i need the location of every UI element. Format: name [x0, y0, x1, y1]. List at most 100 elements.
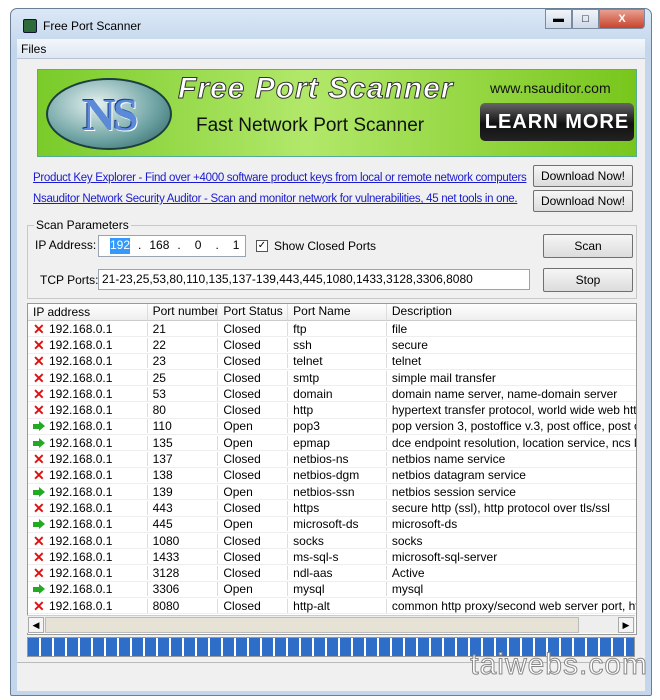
horizontal-scrollbar[interactable]: ◀ ▶ [27, 615, 635, 633]
scroll-thumb[interactable] [45, 617, 579, 633]
cell-ip-address: 192.168.0.1 [28, 435, 148, 450]
minimize-button[interactable]: ▬ [545, 9, 572, 29]
cell-port-name: ndl-aas [288, 566, 387, 581]
cell-ip: 192.168.0.1 [49, 403, 113, 418]
cell-description: telnet [391, 354, 422, 369]
cell-description: netbios session service [391, 484, 516, 499]
scroll-left-arrow-icon[interactable]: ◀ [28, 617, 44, 633]
table-row[interactable]: ✕ 192.168.0.1 22 Closed ssh secure [28, 337, 636, 354]
table-row[interactable]: ✕ 192.168.0.1 3128 Closed ndl-aas Active [28, 565, 636, 582]
scroll-right-arrow-icon[interactable]: ▶ [618, 617, 634, 633]
cell-port-status: Open [218, 419, 289, 434]
table-row[interactable]: ✕ 192.168.0.1 53 Closed domain domain name se… [28, 386, 636, 403]
table-row[interactable]: ✕ 192.168.0.1 443 Closed https secure http (s… [28, 500, 636, 517]
cell-ip-address: ✕ 192.168.0.1 [28, 598, 148, 613]
group-label: Scan Parameters [34, 218, 131, 232]
table-row[interactable]: ✕ 192.168.0.1 137 Closed netbios-ns netbios n… [28, 451, 636, 468]
cell-port-status: Closed [218, 321, 289, 336]
close-button[interactable]: X [599, 9, 645, 29]
table-row[interactable]: ✕ 192.168.0.1 1080 Closed socks socks [28, 533, 636, 550]
cell-port-number: 22 [148, 337, 219, 352]
cell-ip: 192.168.0.1 [49, 354, 113, 369]
show-closed-ports-checkbox[interactable]: ✓ [256, 240, 268, 252]
table-row[interactable]: 192.168.0.1 135 Open epmap dce endpoint reso… [28, 435, 636, 452]
cell-ip-address: 192.168.0.1 [28, 517, 148, 532]
cell-ip: 192.168.0.1 [49, 517, 113, 532]
cell-port-name: domain [288, 386, 387, 401]
cell-description: domain name server, name-domain server [391, 386, 618, 401]
table-row[interactable]: 192.168.0.1 139 Open netbios-ssn netbios ses… [28, 484, 636, 501]
column-header[interactable]: Port Status [218, 304, 289, 320]
cell-port-number: 3306 [148, 582, 219, 597]
table-row[interactable]: ✕ 192.168.0.1 8080 Closed http-alt common htt… [28, 598, 637, 615]
tcp-ports-input[interactable]: 21-23,25,53,80,110,135,137-139,443,445,1… [98, 269, 530, 290]
menu-bar: Files [17, 39, 645, 59]
show-closed-ports-label: Show Closed Ports [274, 239, 377, 253]
column-header[interactable]: IP address [28, 304, 148, 320]
cell-description: Active [391, 566, 425, 581]
cell-port-status: Closed [218, 468, 289, 483]
table-row[interactable]: ✕ 192.168.0.1 1433 Closed ms-sql-s microsoft-… [28, 549, 636, 566]
cell-port-number: 23 [148, 354, 219, 369]
cell-ip: 192.168.0.1 [49, 419, 113, 434]
cell-port-number: 137 [148, 452, 219, 467]
ip-address-label: IP Address: [35, 238, 97, 252]
product-key-explorer-link[interactable]: Product Key Explorer - Find over +4000 s… [33, 172, 527, 184]
green-arrow-icon [33, 437, 46, 448]
cell-port-name: http-alt [288, 598, 387, 613]
table-row[interactable]: ✕ 192.168.0.1 23 Closed telnet telnet [28, 354, 636, 370]
table-row[interactable]: ✕ 192.168.0.1 138 Closed netbios-dgm netbios … [28, 468, 636, 484]
cell-port-name: ms-sql-s [288, 549, 387, 564]
cell-port-name: netbios-dgm [288, 468, 387, 483]
cell-port-number: 1433 [148, 549, 219, 564]
cell-port-number: 21 [148, 321, 219, 336]
column-header[interactable]: Description [387, 304, 636, 320]
ip-octet-1[interactable]: 192 [110, 238, 131, 254]
ip-octet-4[interactable]: 1 [233, 238, 240, 254]
table-row[interactable]: ✕ 192.168.0.1 21 Closed ftp file [28, 321, 636, 338]
cell-port-number: 445 [148, 517, 219, 532]
stop-button[interactable]: Stop [543, 268, 633, 292]
nsauditor-link[interactable]: Nsauditor Network Security Auditor - Sca… [33, 193, 518, 205]
cell-port-name: ftp [288, 321, 387, 336]
cell-description: common http proxy/second web server port… [391, 598, 637, 613]
cell-port-number: 138 [148, 468, 219, 483]
ip-octet-3[interactable]: 0 [195, 238, 202, 254]
cell-port-status: Open [218, 435, 289, 450]
learn-more-button[interactable]: LEARN MORE [480, 103, 634, 141]
column-header[interactable]: Port number [148, 304, 219, 320]
cell-ip-address: 192.168.0.1 [28, 484, 148, 499]
cell-port-name: microsoft-ds [288, 517, 387, 532]
red-x-icon: ✕ [33, 354, 45, 369]
ad-banner[interactable]: NS Free Port Scanner Fast Network Port S… [37, 69, 637, 157]
cell-port-name: https [288, 500, 387, 515]
table-row[interactable]: 192.168.0.1 445 Open microsoft-ds microsoft-… [28, 517, 636, 533]
cell-port-status: Open [218, 517, 289, 532]
column-header[interactable]: Port Name [288, 304, 387, 320]
table-row[interactable]: ✕ 192.168.0.1 80 Closed http hypertext transf… [28, 402, 636, 419]
menu-files[interactable]: Files [21, 42, 46, 56]
ip-address-input[interactable]: 192 . 168 .0 .1 [98, 235, 246, 257]
cell-port-status: Closed [218, 354, 289, 369]
cell-ip-address: ✕ 192.168.0.1 [28, 549, 148, 564]
cell-port-status: Open [218, 484, 289, 499]
scan-button[interactable]: Scan [543, 234, 633, 258]
maximize-button[interactable]: □ [572, 9, 599, 29]
window-title: Free Port Scanner [43, 19, 142, 33]
cell-ip: 192.168.0.1 [49, 549, 113, 564]
banner-url[interactable]: www.nsauditor.com [490, 80, 611, 96]
download-now-button-1[interactable]: Download Now! [533, 165, 633, 187]
cell-description: mysql [391, 582, 424, 597]
red-x-icon: ✕ [33, 533, 45, 548]
cell-ip-address: ✕ 192.168.0.1 [28, 321, 148, 336]
green-arrow-icon [33, 486, 46, 497]
ip-octet-2[interactable]: 168 [149, 238, 169, 254]
watermark: taiwebs.com [470, 648, 648, 682]
table-row[interactable]: 192.168.0.1 3306 Open mysql mysql [28, 582, 636, 599]
table-row[interactable]: ✕ 192.168.0.1 25 Closed smtp simple mail tran… [28, 370, 636, 387]
cell-port-name: netbios-ns [288, 452, 387, 467]
cell-ip-address: 192.168.0.1 [28, 419, 148, 434]
download-now-button-2[interactable]: Download Now! [533, 190, 633, 212]
cell-description: file [391, 321, 408, 336]
table-row[interactable]: 192.168.0.1 110 Open pop3 pop version 3, pos… [28, 419, 636, 436]
